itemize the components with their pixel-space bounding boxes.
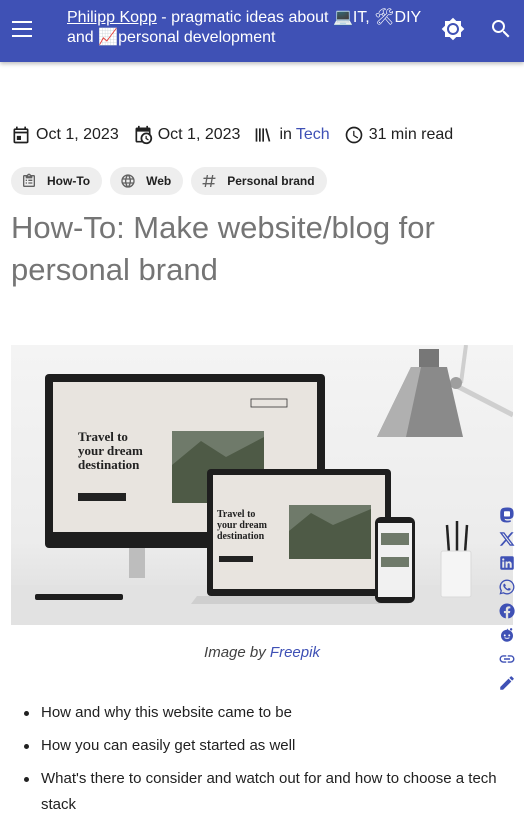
hero-image: Travel to your dream destination Travel …: [11, 345, 513, 625]
tag-chip-how-to[interactable]: How-To: [11, 167, 103, 195]
facebook-icon[interactable]: [498, 602, 516, 620]
svg-text:Travel to: Travel to: [78, 429, 128, 444]
top-app-bar: Philipp Kopp - pragmatic ideas about 💻IT…: [0, 0, 524, 62]
menu-icon[interactable]: [10, 18, 36, 42]
copy-link-icon[interactable]: [498, 650, 516, 668]
clock-icon: [345, 126, 363, 144]
svg-text:destination: destination: [217, 531, 265, 542]
devices-mockup-illustration: Travel to your dream destination Travel …: [11, 345, 513, 625]
pencil-cup: [440, 521, 472, 598]
x-twitter-icon[interactable]: [498, 530, 516, 548]
summary-list: How and why this website came to be How …: [24, 700, 501, 819]
caption-prefix: Image by: [204, 644, 270, 661]
brightness-icon[interactable]: [441, 17, 465, 41]
site-title: Philipp Kopp - pragmatic ideas about 💻IT…: [67, 8, 427, 48]
list-item: How you can easily get started as well: [24, 733, 501, 759]
library-icon: [256, 128, 271, 142]
clipboard-list-icon: [23, 173, 35, 187]
linkedin-icon[interactable]: [498, 554, 516, 572]
svg-text:your dream: your dream: [217, 520, 268, 531]
tag-label: Web: [146, 174, 172, 188]
updated-date: Oct 1, 2023: [133, 125, 241, 145]
tag-list: How-To Web Personal brand: [11, 167, 327, 195]
mastodon-icon[interactable]: [498, 506, 516, 524]
list-item: What's there to consider and watch out f…: [24, 766, 501, 818]
globe-icon: [121, 174, 135, 188]
hashtag-icon: [202, 175, 216, 187]
category: in Tech: [254, 125, 330, 145]
tag-chip-web[interactable]: Web: [110, 167, 184, 195]
category-in-label: in: [279, 126, 292, 143]
freepik-link[interactable]: Freepik: [270, 644, 320, 661]
tag-label: How-To: [47, 174, 91, 188]
list-item: How and why this website came to be: [24, 700, 501, 726]
read-time: 31 min read: [344, 125, 454, 145]
calendar-clock-icon: [135, 125, 152, 145]
tag-label: Personal brand: [227, 174, 315, 188]
svg-text:Travel to: Travel to: [217, 509, 255, 520]
image-caption: Image by Freepik: [0, 644, 524, 661]
post-meta: Oct 1, 2023 Oct 1, 2023 in Tech 31 min re…: [11, 124, 467, 146]
published-date-text: Oct 1, 2023: [36, 126, 119, 143]
smartphone: [375, 517, 415, 603]
calendar-icon: [13, 126, 29, 144]
edit-pencil-icon[interactable]: [498, 674, 516, 692]
search-icon[interactable]: [489, 17, 513, 41]
share-bar: [498, 506, 518, 692]
tag-chip-personal-brand[interactable]: Personal brand: [191, 167, 327, 195]
category-link[interactable]: Tech: [296, 126, 330, 144]
site-name-link[interactable]: Philipp Kopp: [67, 9, 157, 26]
updated-date-text: Oct 1, 2023: [157, 126, 241, 143]
desk-lamp: [377, 345, 513, 437]
post-title: How-To: Make website/blog for personal b…: [11, 210, 435, 287]
whatsapp-icon[interactable]: [498, 578, 516, 596]
svg-text:destination: destination: [78, 457, 140, 472]
published-date: Oct 1, 2023: [11, 125, 119, 145]
reddit-icon[interactable]: [498, 626, 516, 644]
read-time-text: 31 min read: [368, 126, 454, 143]
svg-text:your dream: your dream: [78, 443, 143, 458]
